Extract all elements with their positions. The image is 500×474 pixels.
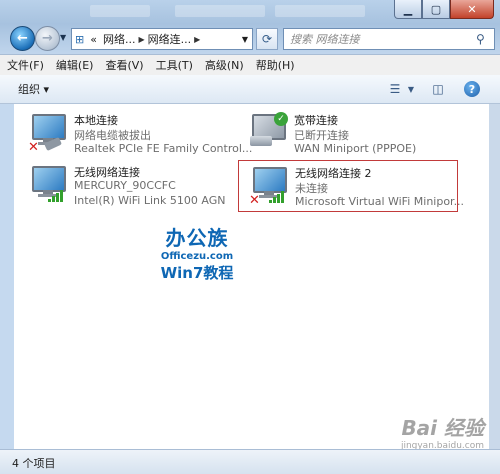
search-input[interactable]: 搜索 网络连接 ⚲ bbox=[283, 28, 495, 50]
wireless-connected-icon bbox=[28, 164, 66, 204]
address-bar[interactable]: ⊞ « 网络... ▶ 网络连... ▶ ▼ bbox=[71, 28, 253, 50]
forward-arrow-icon: → bbox=[42, 31, 53, 46]
connection-device: Microsoft Virtual WiFi Minipor... bbox=[295, 195, 465, 208]
command-bar: 组织 ▾ ☰ ▼ ◫ ? bbox=[0, 75, 500, 104]
connection-status: MERCURY_90CCFC bbox=[74, 179, 176, 192]
connection-device: Realtek PCIe FE Family Control... bbox=[74, 142, 253, 155]
search-placeholder: 搜索 网络连接 bbox=[290, 33, 360, 46]
connection-name: 无线网络连接 2 bbox=[295, 167, 372, 180]
wireless-disconnected-icon: ✕ bbox=[249, 165, 287, 208]
preview-pane-icon[interactable]: ◫ bbox=[430, 81, 446, 97]
connection-item-wireless-2[interactable]: ✕ 无线网络连接 2 未连接 Microsoft Virtual WiFi Mi… bbox=[238, 160, 464, 212]
close-button[interactable]: ✕ bbox=[450, 0, 494, 19]
breadcrumb-network[interactable]: 网络... bbox=[100, 31, 139, 47]
logo-line3: Win7教程 bbox=[160, 264, 234, 282]
baidu-watermark: Bai 经验 jingyan.baidu.com bbox=[401, 412, 484, 451]
search-icon[interactable]: ⚲ bbox=[476, 32, 494, 46]
status-bar: 4 个项目 bbox=[0, 449, 500, 474]
menu-advanced[interactable]: 高级(N) bbox=[200, 57, 249, 73]
menu-tools[interactable]: 工具(T) bbox=[151, 57, 198, 73]
menu-file[interactable]: 文件(F) bbox=[2, 57, 49, 73]
connection-item-broadband[interactable]: ✓ 宽带连接 已断开连接 WAN Miniport (PPPOE) bbox=[238, 108, 456, 158]
connection-status: 未连接 bbox=[295, 182, 328, 195]
connection-name: 无线网络连接 bbox=[74, 166, 140, 179]
title-ghost bbox=[90, 5, 150, 17]
title-bar: ▁ ▢ ✕ bbox=[0, 0, 500, 24]
scrollbar[interactable] bbox=[489, 104, 500, 449]
help-icon[interactable]: ? bbox=[464, 81, 480, 97]
close-icon: ✕ bbox=[467, 2, 477, 16]
menu-help[interactable]: 帮助(H) bbox=[251, 57, 300, 73]
address-row: ← → ▼ ⊞ « 网络... ▶ 网络连... ▶ ▼ ⟳ 搜索 网络连接 ⚲ bbox=[0, 24, 500, 54]
back-arrow-icon: ← bbox=[17, 31, 28, 46]
watermark-line1: Bai 经验 bbox=[401, 416, 484, 440]
connection-status: 网络电缆被拔出 bbox=[74, 129, 151, 142]
chevron-right-icon[interactable]: ▶ bbox=[194, 35, 200, 44]
menu-edit[interactable]: 编辑(E) bbox=[51, 57, 99, 73]
officezu-logo: 办公族 Officezu.com Win7教程 bbox=[157, 222, 237, 283]
network-icon: ⊞ bbox=[75, 32, 85, 46]
address-dropdown-icon[interactable]: ▼ bbox=[242, 35, 248, 44]
connection-device: Intel(R) WiFi Link 5100 AGN bbox=[74, 194, 226, 207]
title-ghost bbox=[175, 5, 265, 17]
connection-name: 本地连接 bbox=[74, 114, 118, 127]
explorer-window: ▁ ▢ ✕ ← → ▼ ⊞ « 网络... ▶ 网络连... ▶ ▼ ⟳ 搜索 … bbox=[0, 0, 500, 474]
view-dropdown-icon[interactable]: ▼ bbox=[405, 81, 417, 97]
connection-item-wireless[interactable]: 无线网络连接 MERCURY_90CCFC Intel(R) WiFi Link… bbox=[18, 160, 236, 210]
forward-button[interactable]: → bbox=[35, 26, 60, 51]
organize-button[interactable]: 组织 ▾ bbox=[18, 81, 49, 97]
logo-line1: 办公族 bbox=[165, 226, 229, 250]
minimize-icon: ▁ bbox=[403, 2, 413, 16]
breadcrumb-connections[interactable]: 网络连... bbox=[145, 31, 195, 47]
back-button[interactable]: ← bbox=[10, 26, 35, 51]
connection-status: 已断开连接 bbox=[294, 129, 349, 142]
logo-line2: Officezu.com bbox=[160, 251, 234, 262]
menu-view[interactable]: 查看(V) bbox=[100, 57, 148, 73]
broadband-icon: ✓ bbox=[248, 112, 288, 152]
ethernet-disconnected-icon: ✕ bbox=[28, 112, 66, 155]
menu-bar: 文件(F) 编辑(E) 查看(V) 工具(T) 高级(N) 帮助(H) bbox=[0, 54, 500, 75]
recent-pages-dropdown[interactable]: ▼ bbox=[60, 33, 66, 42]
minimize-button[interactable]: ▁ bbox=[394, 0, 422, 19]
refresh-button[interactable]: ⟳ bbox=[256, 28, 278, 50]
connection-device: WAN Miniport (PPPOE) bbox=[294, 142, 417, 155]
maximize-button[interactable]: ▢ bbox=[422, 0, 450, 19]
item-count: 4 个项目 bbox=[12, 457, 56, 470]
connection-name: 宽带连接 bbox=[294, 114, 338, 127]
maximize-icon: ▢ bbox=[430, 2, 442, 16]
connections-list: ✕ 本地连接 网络电缆被拔出 Realtek PCIe FE Family Co… bbox=[14, 104, 489, 449]
refresh-icon: ⟳ bbox=[261, 32, 273, 46]
title-ghost bbox=[275, 5, 365, 17]
connection-item-local[interactable]: ✕ 本地连接 网络电缆被拔出 Realtek PCIe FE Family Co… bbox=[18, 108, 252, 158]
address-prefix[interactable]: « bbox=[87, 33, 100, 46]
view-options-icon[interactable]: ☰ bbox=[385, 81, 405, 97]
